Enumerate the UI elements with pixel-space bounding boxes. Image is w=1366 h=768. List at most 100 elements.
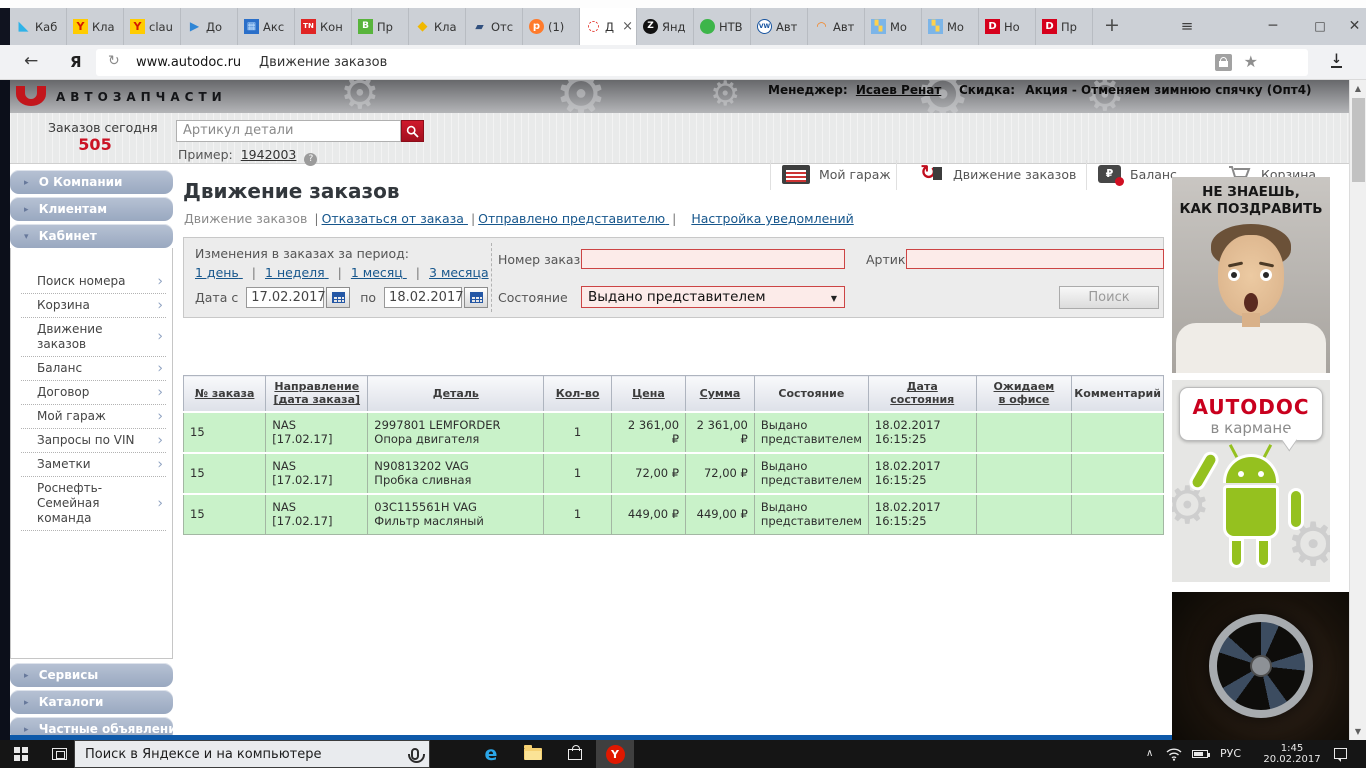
table-header-cell[interactable]: № заказа [182, 375, 267, 412]
page-nav-link[interactable]: Отправлено представителю [478, 211, 679, 226]
browser-tab[interactable]: D Пр [1036, 8, 1093, 45]
example-link[interactable]: 1942003 [241, 147, 297, 162]
ad-banner-wheel[interactable] [1172, 592, 1349, 740]
start-button[interactable] [14, 747, 28, 761]
sidebar-section-button[interactable]: Сервисы [10, 663, 173, 687]
table-row[interactable]: 15 NAS [17.02.17] 2997801 LEMFORDER Опора … [182, 410, 1164, 453]
period-link[interactable]: 3 месяца [429, 265, 489, 280]
browser-tab[interactable]: ◆ Кла [409, 8, 466, 45]
cabinet-menu-item[interactable]: Мой гараж [21, 405, 166, 429]
sidebar-section-cabinet[interactable]: Кабинет [10, 224, 173, 248]
maximize-button[interactable]: □ [1305, 8, 1335, 45]
store-icon[interactable] [556, 740, 594, 768]
cabinet-menu-item[interactable]: Баланс [21, 357, 166, 381]
date-from-input[interactable]: 17.02.2017 [246, 287, 326, 308]
scrollbar[interactable]: ▲ ▼ [1349, 80, 1366, 740]
date-to-input[interactable]: 18.02.2017 [384, 287, 463, 308]
cabinet-menu-item[interactable]: Договор [21, 381, 166, 405]
cabinet-menu-item[interactable]: Заметки [21, 453, 166, 477]
browser-tab[interactable]: D Но [979, 8, 1036, 45]
clock[interactable]: 1:45 20.02.2017 [1256, 740, 1328, 768]
lock-icon[interactable] [1215, 54, 1232, 71]
new-tab-button[interactable]: + [1096, 8, 1128, 45]
quick-link-balance[interactable]: ₽ Баланс [1098, 158, 1177, 190]
browser-tab[interactable]: ▶ До [181, 8, 238, 45]
browser-tab[interactable]: B Пр [352, 8, 409, 45]
browser-tab[interactable]: Z Янд [637, 8, 694, 45]
state-select[interactable]: Выдано представителем ▼ [581, 286, 845, 308]
article-input[interactable] [906, 249, 1164, 269]
browser-tab[interactable]: ◣ Каб [10, 8, 67, 45]
calendar-button[interactable] [326, 287, 351, 308]
quick-link-orders[interactable]: ↻ Движение заказов [920, 158, 1076, 190]
sidebar-section-button[interactable]: Каталоги [10, 690, 173, 714]
search-button[interactable] [401, 120, 424, 142]
period-link[interactable]: 1 месяц [351, 265, 429, 280]
table-row[interactable]: 15 NAS [17.02.17] N90813202 VAG Пробка сли… [182, 451, 1164, 494]
browser-tab[interactable]: ▦ Акс [238, 8, 295, 45]
filter-search-button[interactable]: Поиск [1059, 286, 1159, 309]
reload-icon[interactable]: ↻ [108, 53, 120, 69]
wifi-icon[interactable] [1166, 746, 1182, 768]
help-icon[interactable]: ? [304, 153, 318, 166]
microphone-icon[interactable] [408, 748, 425, 763]
scroll-up-icon[interactable]: ▲ [1350, 84, 1366, 93]
browser-tab[interactable]: ▚ Мо [865, 8, 922, 45]
page-nav-link[interactable]: Движение заказов [184, 211, 322, 226]
table-header-cell[interactable]: Дата состояния [867, 375, 977, 412]
cabinet-menu-item[interactable]: Корзина [21, 294, 166, 318]
sidebar-section-button[interactable]: Клиентам [10, 197, 173, 221]
ad-banner-greeting[interactable]: НЕ ЗНАЕШЬ, КАК ПОЗДРАВИТЬ [1172, 177, 1330, 373]
autodoc-logo[interactable]: АВТОЗАПЧАСТИ [14, 80, 227, 113]
table-header-cell[interactable]: Деталь [367, 375, 545, 412]
period-link[interactable]: 1 день [195, 265, 265, 280]
language-indicator[interactable]: РУС [1220, 740, 1241, 768]
browser-tab[interactable]: TN Кон [295, 8, 352, 45]
order-number-input[interactable] [581, 249, 845, 269]
browser-tab[interactable]: Y Кла [67, 8, 124, 45]
browser-tab[interactable]: ▚ Мо [922, 8, 979, 45]
taskbar-search-input[interactable]: Поиск в Яндексе и на компьютере [74, 740, 430, 768]
table-header-cell[interactable]: Состояние [753, 375, 869, 412]
cabinet-menu-item[interactable]: Поиск номера [21, 270, 166, 294]
browser-tab[interactable]: Y clau [124, 8, 181, 45]
back-icon[interactable]: ← [24, 51, 38, 71]
cabinet-menu-item[interactable]: Роснефть-Семейная команда [21, 477, 166, 531]
page-nav-link[interactable]: Отказаться от заказа [322, 211, 479, 226]
table-header-cell[interactable]: Направление [дата заказа] [265, 375, 369, 412]
file-explorer-icon[interactable] [514, 740, 552, 768]
table-header-cell[interactable]: Сумма [685, 375, 755, 412]
close-button[interactable]: ✕ [1343, 8, 1366, 45]
cabinet-menu-item[interactable]: Запросы по VIN [21, 429, 166, 453]
download-icon[interactable]: ↓ [1331, 53, 1342, 68]
calendar-button[interactable] [464, 287, 489, 308]
scroll-down-icon[interactable]: ▼ [1350, 727, 1366, 736]
table-header-cell[interactable]: Цена [610, 375, 687, 412]
ad-banner-autodoc-app[interactable]: AUTODOC в кармане [1172, 380, 1330, 582]
part-search-input[interactable]: Артикул детали [176, 120, 401, 142]
table-row[interactable]: 15 NAS [17.02.17] 03C115561H VAG Фильтр ма… [182, 492, 1164, 535]
quick-link-garage[interactable]: Мой гараж [782, 158, 891, 190]
cabinet-menu-item[interactable]: Движение заказов [21, 318, 166, 357]
period-link[interactable]: 1 неделя [265, 265, 351, 280]
battery-icon[interactable] [1192, 750, 1210, 758]
browser-tab[interactable]: p (1) [523, 8, 580, 45]
url-field[interactable]: ↻ www.autodoc.ru Движение заказов ★ [96, 49, 1308, 76]
yandex-logo-icon[interactable]: Я [70, 53, 82, 71]
browser-tab[interactable]: ▰ Отс [466, 8, 523, 45]
browser-tab[interactable]: НТВ [694, 8, 751, 45]
sidebar-section-button[interactable]: О Компании [10, 170, 173, 194]
tray-chevron-icon[interactable]: ∧ [1146, 740, 1153, 768]
table-header-cell[interactable]: Ожидаем в офисе [975, 375, 1073, 412]
minimize-button[interactable]: ─ [1258, 8, 1288, 45]
edge-icon[interactable]: e [472, 740, 510, 768]
browser-tab[interactable]: VW Авт [751, 8, 808, 45]
task-view-icon[interactable] [52, 748, 67, 760]
browser-menu-icon[interactable]: ≡ [1172, 8, 1202, 45]
yandex-browser-icon[interactable]: Y [596, 740, 634, 768]
notification-icon[interactable] [1334, 748, 1347, 762]
tab-close-icon[interactable]: × [622, 19, 633, 34]
bookmark-star-icon[interactable]: ★ [1244, 52, 1258, 71]
browser-tab[interactable]: ◠ Авт [808, 8, 865, 45]
manager-name-link[interactable]: Исаев Ренат [856, 83, 941, 97]
